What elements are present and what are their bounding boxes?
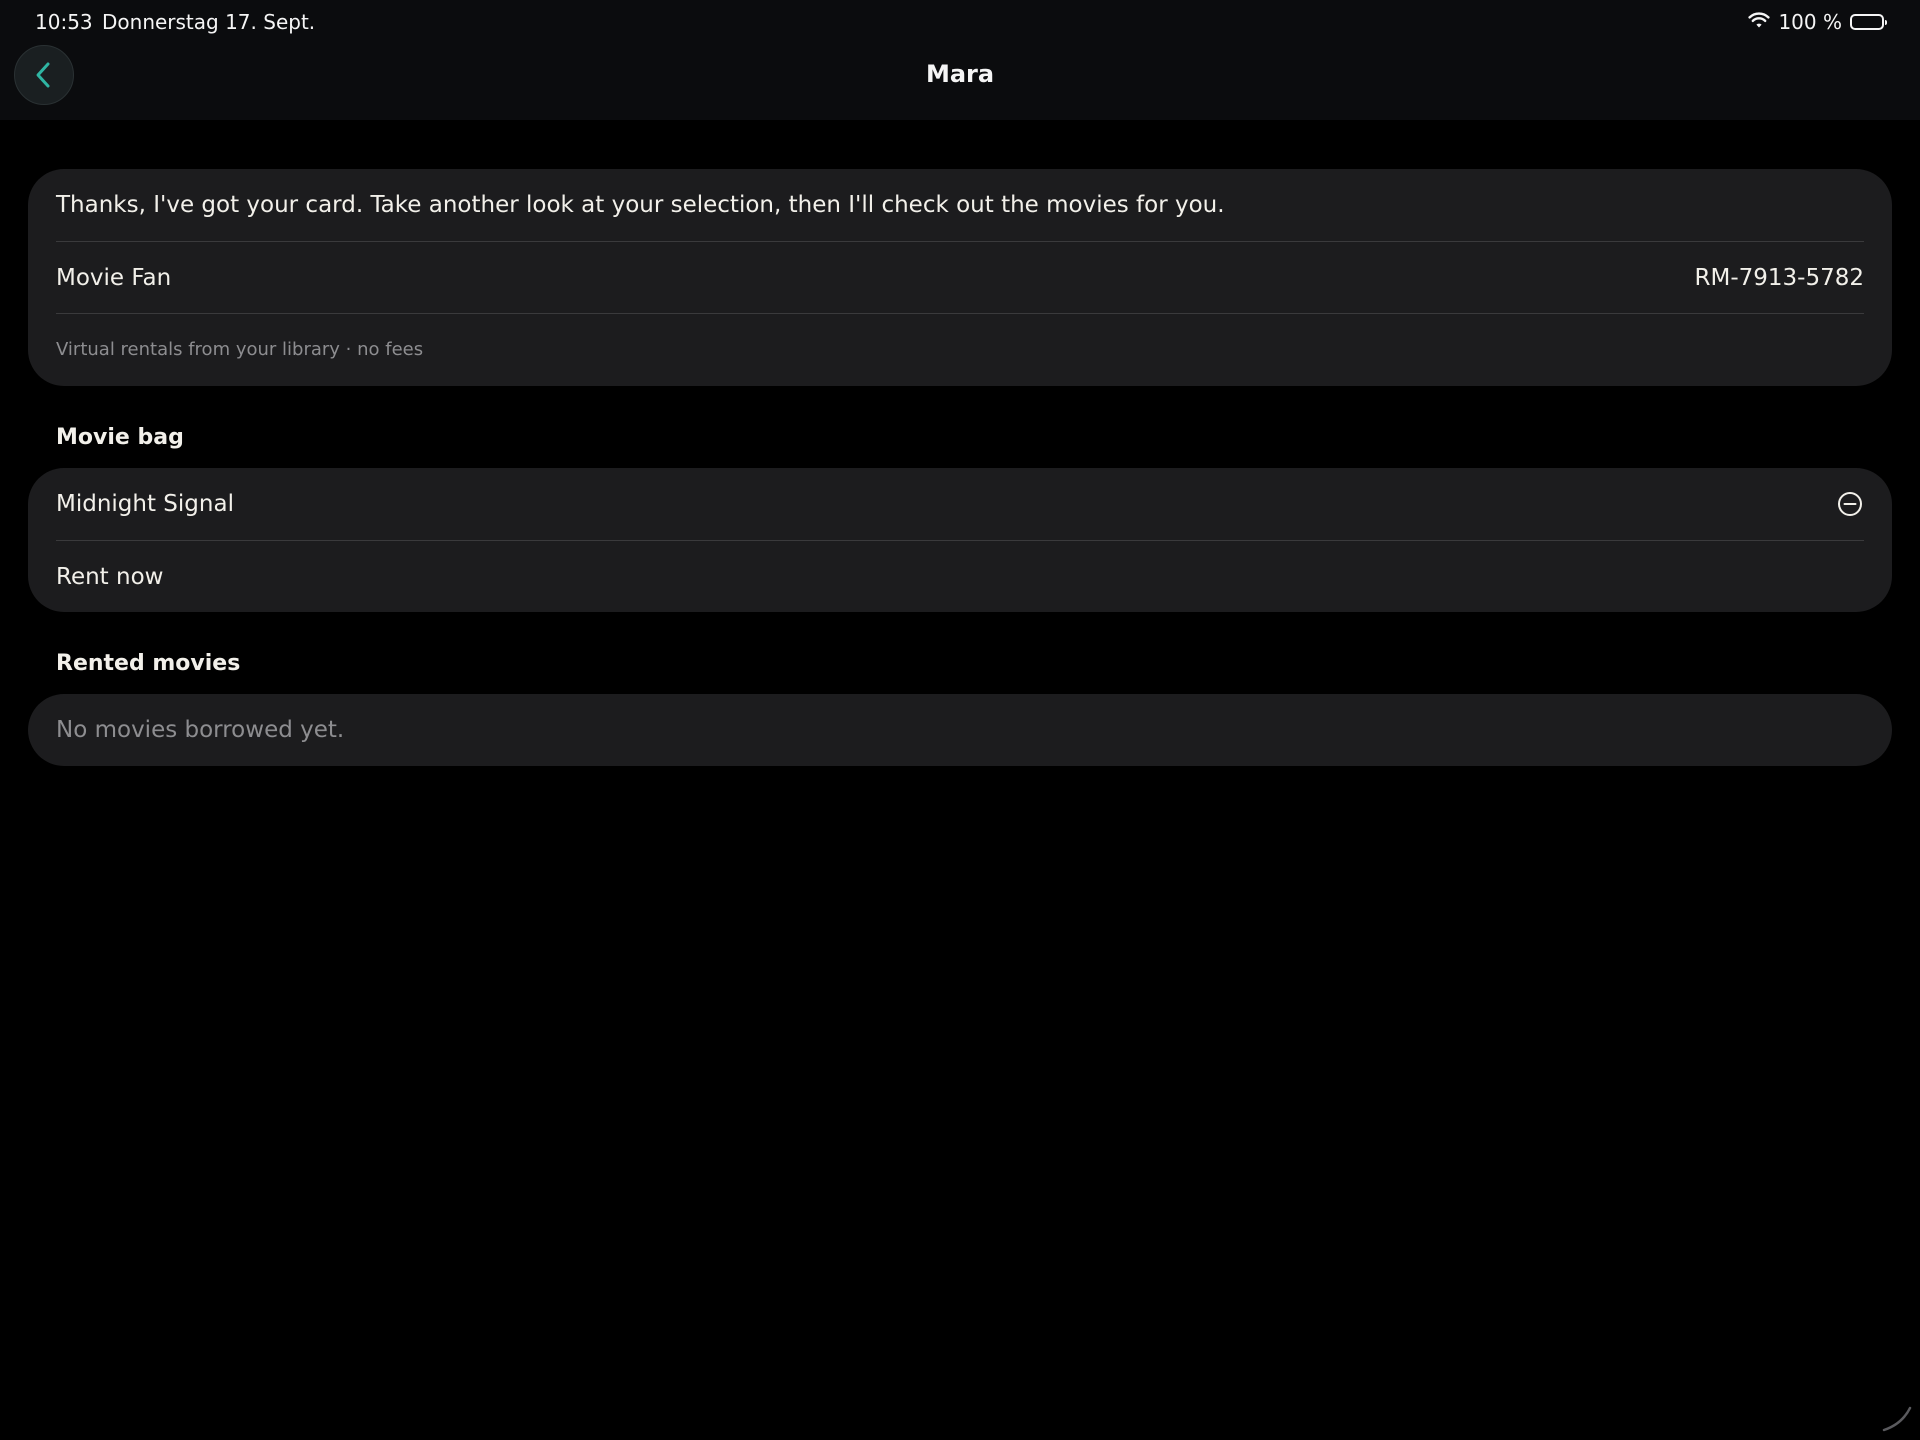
status-time: 10:53	[35, 10, 93, 34]
movie-bag-card: Midnight Signal Rent now	[28, 468, 1892, 612]
empty-state-text: No movies borrowed yet.	[56, 717, 345, 743]
status-date: Donnerstag 17. Sept.	[102, 10, 316, 34]
rented-movies-card: No movies borrowed yet.	[28, 694, 1892, 766]
list-item: Midnight Signal	[56, 468, 1864, 540]
empty-state-row: No movies borrowed yet.	[56, 694, 1864, 766]
assistant-message: Thanks, I've got your card. Take another…	[56, 192, 1225, 218]
wifi-icon	[1748, 10, 1771, 34]
membership-number: RM-7913-5782	[1694, 264, 1865, 291]
rent-now-label: Rent now	[56, 563, 164, 590]
rental-card-info: Thanks, I've got your card. Take another…	[28, 169, 1892, 386]
movie-title: Midnight Signal	[56, 491, 234, 517]
page-title: Mara	[925, 60, 995, 88]
rental-note: Virtual rentals from your library · no f…	[56, 339, 424, 360]
rented-movies-heading: Rented movies	[56, 651, 241, 676]
movie-bag-heading: Movie bag	[56, 425, 184, 450]
battery-icon	[1850, 14, 1887, 30]
note-row: Virtual rentals from your library · no f…	[56, 313, 1864, 385]
membership-type: Movie Fan	[56, 264, 172, 291]
status-indicators: 100 %	[1748, 10, 1887, 34]
remove-movie-button[interactable]	[1836, 490, 1864, 518]
assistant-message-row: Thanks, I've got your card. Take another…	[56, 169, 1864, 241]
minus-circle-icon	[1838, 492, 1862, 516]
status-bar: 10:53 Donnerstag 17. Sept. 100 %	[0, 0, 1920, 44]
membership-row: Movie Fan RM-7913-5782	[56, 241, 1864, 313]
rent-now-button[interactable]: Rent now	[56, 540, 1864, 612]
battery-percent: 100 %	[1778, 10, 1842, 34]
resize-handle[interactable]	[1880, 1400, 1914, 1434]
